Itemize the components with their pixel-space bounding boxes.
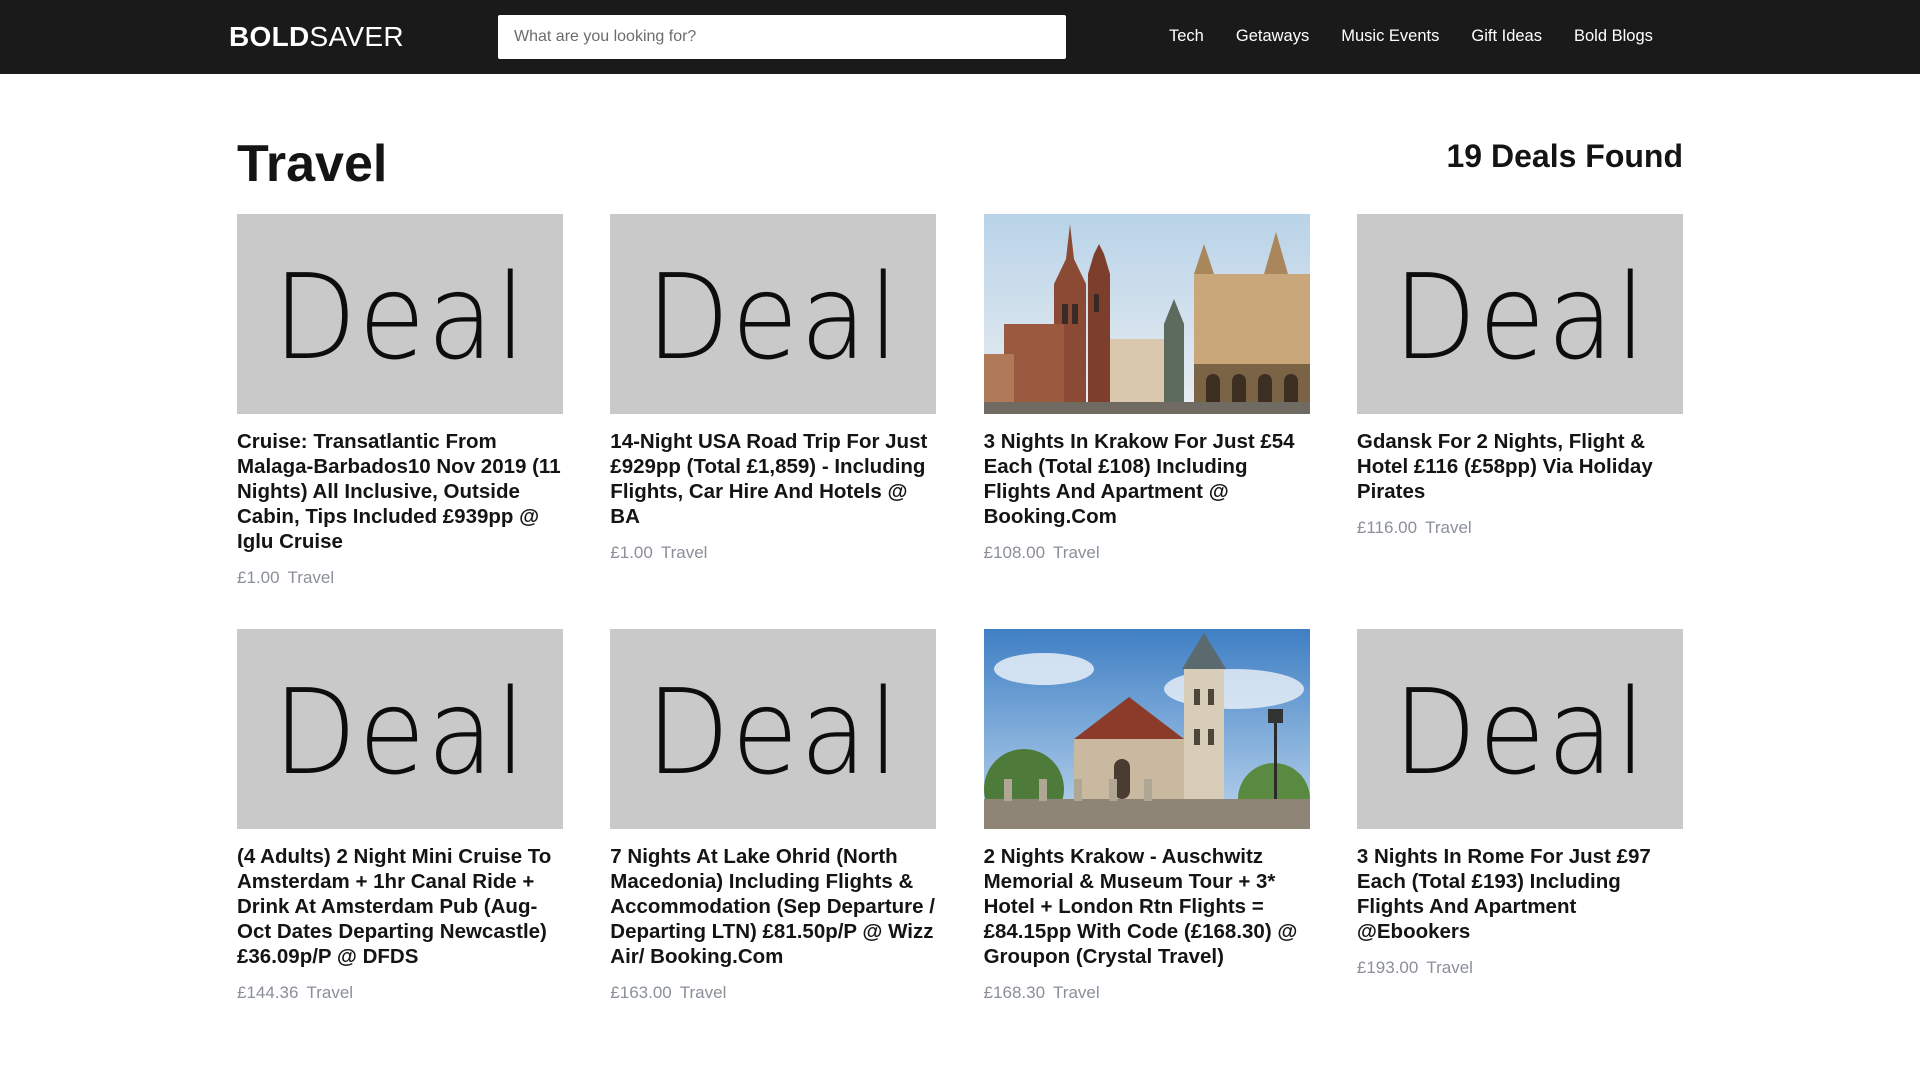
deal-price: £168.30 [983,983,1046,1002]
deal-card[interactable]: 3 Nights In Krakow For Just £54 Each (To… [983,214,1310,589]
nav-link-tech[interactable]: Tech [1169,24,1204,50]
deal-category[interactable]: Travel [1426,958,1473,977]
deal-price: £163.00 [610,983,672,1002]
deal-category[interactable]: Travel [1053,983,1100,1002]
deal-placeholder-image[interactable]: Deal [237,629,563,829]
deal-meta: £163.00 Travel [610,982,936,1004]
deal-price: £144.36 [237,983,299,1002]
deal-category[interactable]: Travel [680,983,727,1002]
logo-light-text: SAVER [309,21,404,52]
deal-category[interactable]: Travel [661,543,708,562]
deal-price: £193.00 [1356,958,1419,977]
deal-placeholder-image[interactable]: Deal [1356,214,1683,414]
deal-meta: £168.30 Travel [984,982,1310,1004]
deal-placeholder-text: Deal [646,663,901,801]
deal-title[interactable]: (4 Adults) 2 Night Mini Cruise To Amster… [237,844,563,969]
nav-link-gift-ideas[interactable]: Gift Ideas [1471,24,1542,50]
krakow-square-photo[interactable] [983,214,1310,414]
nav-link-bold-blogs[interactable]: Bold Blogs [1574,24,1653,50]
deal-meta: £1.00 Travel [610,542,936,564]
deal-price: £1.00 [610,543,653,562]
search-input[interactable] [498,15,1066,59]
deal-placeholder-text: Deal [1392,663,1648,801]
nav-link-music-events[interactable]: Music Events [1341,24,1439,50]
deal-placeholder-text: Deal [1392,248,1648,386]
deal-card[interactable]: Deal (4 Adults) 2 Night Mini Cruise To A… [237,629,563,1004]
top-navbar: BOLDSAVER Tech Getaways Music Events Gif… [0,0,1920,74]
deal-placeholder-text: Deal [272,663,528,801]
deal-placeholder-image[interactable]: Deal [237,214,563,414]
deal-title[interactable]: Cruise: Transatlantic From Malaga-Barbad… [237,429,563,554]
main-nav: Tech Getaways Music Events Gift Ideas Bo… [1169,24,1653,50]
deal-card[interactable]: Deal 14-Night USA Road Trip For Just £92… [610,214,937,589]
deal-card[interactable]: Deal Gdansk For 2 Nights, Flight & Hotel… [1356,214,1683,589]
deal-card[interactable]: Deal 7 Nights At Lake Ohrid (North Maced… [610,629,937,1004]
deals-grid: Deal Cruise: Transatlantic From Malaga-B… [237,214,1683,1004]
nav-link-getaways[interactable]: Getaways [1236,24,1309,50]
deal-meta: £193.00 Travel [1357,957,1683,979]
deal-category[interactable]: Travel [1425,518,1472,537]
deal-title[interactable]: 7 Nights At Lake Ohrid (North Macedonia)… [610,844,936,969]
deal-title[interactable]: Gdansk For 2 Nights, Flight & Hotel £116… [1357,429,1683,504]
deal-price: £1.00 [237,568,280,587]
deal-category[interactable]: Travel [306,983,353,1002]
deal-category[interactable]: Travel [288,568,335,587]
deal-card[interactable]: Deal 3 Nights In Rome For Just £97 Each … [1356,629,1683,1004]
deal-placeholder-text: Deal [646,248,901,386]
deal-price: £116.00 [1356,518,1418,537]
page-title: Travel [237,135,388,193]
deal-title[interactable]: 2 Nights Krakow - Auschwitz Memorial & M… [984,844,1310,969]
deal-placeholder-image[interactable]: Deal [1356,629,1683,829]
deal-meta: £108.00 Travel [984,542,1310,564]
deal-placeholder-image[interactable]: Deal [610,214,937,414]
deal-placeholder-text: Deal [272,248,528,386]
deal-category[interactable]: Travel [1053,543,1100,562]
deal-card[interactable]: 2 Nights Krakow - Auschwitz Memorial & M… [983,629,1310,1004]
deal-title[interactable]: 14-Night USA Road Trip For Just £929pp (… [610,429,936,529]
site-logo[interactable]: BOLDSAVER [229,20,404,54]
deal-meta: £1.00 Travel [237,567,563,589]
krakow-church-photo[interactable] [983,629,1310,829]
logo-bold-text: BOLD [229,21,310,52]
deal-placeholder-image[interactable]: Deal [610,629,937,829]
deal-title[interactable]: 3 Nights In Rome For Just £97 Each (Tota… [1357,844,1683,944]
deal-meta: £116.00 Travel [1357,517,1683,539]
deal-title[interactable]: 3 Nights In Krakow For Just £54 Each (To… [984,429,1310,529]
deal-card[interactable]: Deal Cruise: Transatlantic From Malaga-B… [237,214,563,589]
deals-count: 19 Deals Found [1446,138,1684,174]
deal-meta: £144.36 Travel [237,982,563,1004]
deal-price: £108.00 [983,543,1046,562]
